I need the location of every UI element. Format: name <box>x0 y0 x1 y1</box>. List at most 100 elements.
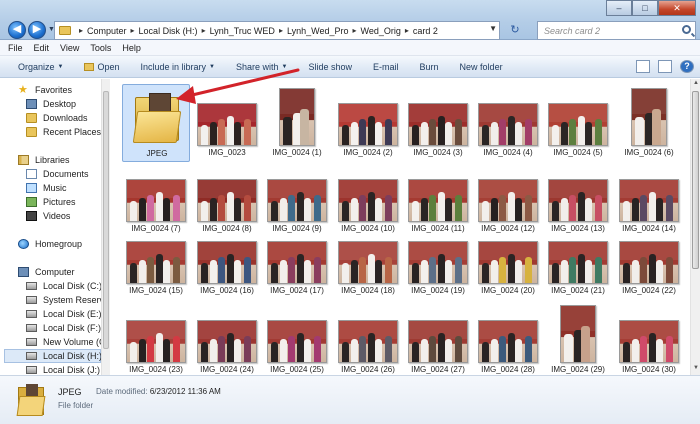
breadcrumb-lynh-wed-pro[interactable]: Lynh_Wed_Pro <box>287 26 349 36</box>
nav-music[interactable]: Music <box>26 183 67 193</box>
image-file-item[interactable] <box>544 363 612 375</box>
nav-computer[interactable]: Computer <box>18 267 75 277</box>
image-file-item[interactable] <box>122 363 190 375</box>
nav-homegroup[interactable]: Homegroup <box>18 239 82 249</box>
image-thumbnail <box>631 88 667 146</box>
refresh-button[interactable]: ↻ <box>500 21 530 40</box>
image-file-item[interactable] <box>263 363 331 375</box>
image-file-item[interactable] <box>474 363 542 375</box>
image-file-item[interactable]: IMG_0024 (22) <box>615 222 683 300</box>
nav-drive-f[interactable]: Local Disk (F:) <box>26 323 101 333</box>
image-thumbnail <box>267 179 327 222</box>
change-view-icon[interactable] <box>636 60 650 73</box>
image-file-item[interactable] <box>615 363 683 375</box>
nav-favorites[interactable]: ★ Favorites <box>18 85 72 96</box>
open-button[interactable]: Open <box>84 62 120 72</box>
scroll-down-icon[interactable]: ▼ <box>692 365 700 374</box>
search-icon[interactable] <box>682 25 691 34</box>
preview-pane-icon[interactable] <box>658 60 672 73</box>
nav-drive-h[interactable]: Local Disk (H:) <box>4 349 102 363</box>
nav-documents[interactable]: Documents <box>26 169 89 179</box>
title-bar: – □ ✕ ◀ ▶ ▼ ▸ Computer ▸ Local Disk (H:)… <box>0 0 700 40</box>
help-icon[interactable]: ? <box>680 60 694 73</box>
image-thumbnail <box>548 103 608 146</box>
folder-item[interactable]: JPEG <box>122 84 190 162</box>
share-with-button[interactable]: Share with ▼ <box>236 62 287 72</box>
menu-tools[interactable]: Tools <box>90 43 111 53</box>
nav-drive-c[interactable]: Local Disk (C:) <box>26 281 102 291</box>
nav-label: Pictures <box>43 197 76 207</box>
nav-drive-g[interactable]: New Volume (G:) <box>26 337 109 347</box>
maximize-button[interactable]: □ <box>632 0 658 16</box>
image-thumbnail <box>619 179 679 222</box>
image-file-item[interactable]: IMG_0023 <box>193 84 261 162</box>
menu-help[interactable]: Help <box>122 43 141 53</box>
menu-view[interactable]: View <box>60 43 79 53</box>
breadcrumb-lynh-truc-wed[interactable]: Lynh_Truc WED <box>210 26 275 36</box>
minimize-button[interactable]: – <box>606 0 632 16</box>
image-file-item[interactable]: IMG_0024 (19) <box>404 222 472 300</box>
navigation-scrollbar[interactable] <box>101 79 110 375</box>
scrollbar-thumb[interactable] <box>103 91 109 349</box>
new-folder-button[interactable]: New folder <box>460 62 503 72</box>
image-thumbnail <box>126 179 186 222</box>
image-file-item[interactable]: IMG_0024 (21) <box>544 222 612 300</box>
image-thumbnail <box>408 179 468 222</box>
nav-drive-e[interactable]: Local Disk (E:) <box>26 309 102 319</box>
image-thumbnail <box>197 241 257 284</box>
modified-label: Date modified: <box>96 387 148 396</box>
file-list-scrollbar[interactable]: ▲ ▼ <box>690 79 700 375</box>
nav-libraries[interactable]: Libraries <box>18 155 70 165</box>
breadcrumb-card-2[interactable]: card 2 <box>413 26 438 36</box>
breadcrumb-local-disk-h[interactable]: Local Disk (H:) <box>139 26 198 36</box>
slide-show-button[interactable]: Slide show <box>308 62 352 72</box>
breadcrumb-wed-orig[interactable]: Wed_Orig <box>361 26 401 36</box>
email-button[interactable]: E-mail <box>373 62 399 72</box>
nav-drive-j[interactable]: Local Disk (J:) <box>26 365 100 375</box>
search-placeholder: Search card 2 <box>544 26 601 36</box>
back-button[interactable]: ◀ <box>8 21 26 39</box>
search-input[interactable]: Search card 2 <box>537 21 696 40</box>
forward-button[interactable]: ▶ <box>28 21 46 39</box>
nav-drive-system-reserved[interactable]: System Reserved <box>26 295 109 305</box>
image-file-item[interactable]: IMG_0024 (2) <box>334 84 402 162</box>
nav-pictures[interactable]: Pictures <box>26 197 76 207</box>
image-file-item[interactable]: IMG_0024 (3) <box>404 84 472 162</box>
address-bar[interactable]: ▸ Computer ▸ Local Disk (H:) ▸ Lynh_Truc… <box>54 21 500 40</box>
image-file-item[interactable] <box>193 363 261 375</box>
menu-edit[interactable]: Edit <box>34 43 50 53</box>
nav-downloads[interactable]: Downloads <box>26 113 88 123</box>
address-dropdown-icon[interactable]: ▼ <box>489 24 497 33</box>
image-file-item[interactable]: IMG_0024 (5) <box>544 84 612 162</box>
image-file-item[interactable]: IMG_0024 (20) <box>474 222 542 300</box>
image-file-item[interactable]: IMG_0024 (15) <box>122 222 190 300</box>
organize-button[interactable]: Organize ▼ <box>18 62 63 72</box>
file-name-label: IMG_0024 (4) <box>483 148 533 157</box>
image-thumbnail <box>548 241 608 284</box>
menu-file[interactable]: File <box>8 43 23 53</box>
nav-desktop[interactable]: Desktop <box>26 99 76 109</box>
nav-label: Libraries <box>35 155 70 165</box>
file-name-label: IMG_0024 (1) <box>272 148 322 157</box>
view-buttons: ? <box>636 60 694 73</box>
image-file-item[interactable]: IMG_0024 (18) <box>334 222 402 300</box>
file-name-label: IMG_0024 (6) <box>624 148 674 157</box>
nav-videos[interactable]: Videos <box>26 211 70 221</box>
scroll-up-icon[interactable]: ▲ <box>692 80 700 89</box>
modified-value: 6/23/2012 11:36 AM <box>149 387 221 396</box>
image-file-item[interactable]: IMG_0024 (1) <box>263 84 331 162</box>
breadcrumb-computer[interactable]: Computer <box>87 26 127 36</box>
nav-recent-places[interactable]: Recent Places <box>26 127 101 137</box>
pictures-icon <box>26 197 37 207</box>
image-file-item[interactable]: IMG_0024 (4) <box>474 84 542 162</box>
scrollbar-thumb[interactable] <box>692 91 699 269</box>
image-file-item[interactable]: IMG_0024 (16) <box>193 222 261 300</box>
burn-button[interactable]: Burn <box>420 62 439 72</box>
image-file-item[interactable]: IMG_0024 (6) <box>615 84 683 162</box>
include-in-library-button[interactable]: Include in library ▼ <box>141 62 215 72</box>
close-button[interactable]: ✕ <box>658 0 696 16</box>
image-file-item[interactable]: IMG_0024 (17) <box>263 222 331 300</box>
image-thumbnail <box>478 241 538 284</box>
image-file-item[interactable] <box>334 363 402 375</box>
image-file-item[interactable] <box>404 363 472 375</box>
